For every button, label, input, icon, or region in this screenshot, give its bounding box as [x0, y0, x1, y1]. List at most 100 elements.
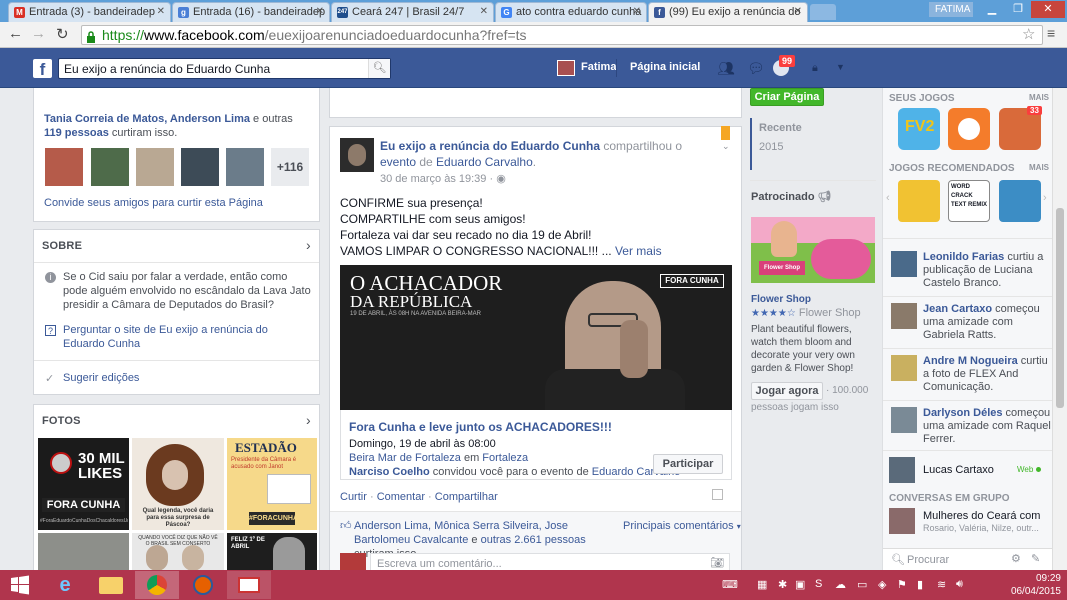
join-event-button[interactable]: Participar [653, 454, 723, 474]
photo-thumbnail[interactable]: 30 MIL LIKES FORA CUNHA #ForaEduardoCunh… [38, 438, 129, 530]
search-icon[interactable]: 🔍︎ [368, 59, 390, 78]
close-tab-icon[interactable]: ✕ [480, 6, 488, 17]
ticker-item[interactable]: Jean Cartaxo começou uma amizade com Gab… [891, 303, 1049, 343]
tab-google-apps[interactable]: g Entrada (16) - bandeiradep ✕ [172, 2, 330, 22]
bookmark-star-icon[interactable]: ☆ [1022, 25, 1035, 43]
chrome-icon[interactable] [135, 571, 179, 599]
likers-count[interactable]: 119 pessoas [44, 127, 109, 139]
bookmark-ribbon-icon[interactable] [721, 126, 730, 140]
event-place-link[interactable]: Beira Mar de Fortaleza [349, 452, 461, 464]
ad-image[interactable]: Flower Shop [751, 217, 875, 283]
comment-link[interactable]: Comentar [377, 491, 425, 503]
share-link[interactable]: Compartilhar [435, 491, 498, 503]
bluetooth-icon[interactable]: ✱ [778, 578, 787, 591]
liker-avatar[interactable] [226, 148, 264, 186]
keyboard-icon[interactable]: ⌨ [722, 578, 738, 591]
invite-friends-link[interactable]: Convide seus amigos para curtir esta Pág… [44, 197, 263, 209]
wifi-icon[interactable]: ≋ [937, 578, 946, 591]
more-games-link[interactable]: MAIS [1029, 93, 1049, 102]
chevron-right-icon[interactable]: › [1043, 192, 1047, 204]
windows-start-icon[interactable] [0, 571, 40, 599]
network-icon[interactable]: ▦ [757, 578, 767, 591]
cloud-icon[interactable]: ☁ [835, 578, 846, 591]
security-icon[interactable]: ◈ [878, 578, 886, 591]
clock[interactable]: 09:29 06/04/2015 [995, 572, 1061, 598]
tab-ceara247[interactable]: 247 Ceará 247 | Brasil 24/7 ✕ [331, 2, 494, 22]
create-page-button[interactable]: Criar Página [750, 88, 824, 106]
game-tile[interactable]: FV2 [898, 108, 940, 150]
liker-avatar[interactable] [136, 148, 174, 186]
minimize-icon[interactable]: ▁ [979, 1, 1005, 18]
chevron-left-icon[interactable]: ‹ [886, 192, 890, 204]
scrollbar[interactable] [1052, 88, 1067, 570]
game-tile[interactable] [948, 108, 990, 150]
close-window-icon[interactable]: ✕ [1031, 1, 1065, 18]
close-tab-icon[interactable]: ✕ [316, 6, 324, 17]
forward-arrow-icon[interactable]: → [31, 25, 46, 42]
event-title-link[interactable]: Fora Cunha e leve junto os ACHACADORES!!… [349, 420, 612, 434]
game-tile[interactable] [898, 180, 940, 222]
photo-thumbnail[interactable]: Qual legenda, você daria para essa surpr… [132, 438, 224, 530]
timeline-year[interactable]: 2015 [759, 141, 876, 153]
chevron-right-icon[interactable]: › [306, 412, 311, 428]
back-arrow-icon[interactable]: ← [8, 25, 23, 42]
monitor-icon[interactable]: ▭ [857, 578, 867, 591]
liker-avatar[interactable] [181, 148, 219, 186]
play-now-button[interactable]: Jogar agora [751, 382, 823, 400]
event-city-link[interactable]: Fortaleza [482, 452, 528, 464]
url-field[interactable]: https://www.facebook.com/euexijoarenunci… [81, 25, 1043, 45]
file-explorer-icon[interactable] [89, 571, 133, 599]
tab-gmail[interactable]: M Entrada (3) - bandeiradep ✕ [8, 2, 171, 22]
tab-google-search[interactable]: G ato contra eduardo cunha ✕ [495, 2, 647, 22]
messages-icon[interactable]: 💬︎ [747, 60, 765, 77]
event-cover-image[interactable]: O ACHACADOR DA REPÚBLICA 19 DE ABRIL, ÀS… [340, 265, 732, 410]
ticker-item[interactable]: Darlyson Déles começou uma amizade com R… [891, 407, 1051, 447]
chevron-right-icon[interactable]: › [306, 237, 311, 253]
reload-icon[interactable]: ↻ [56, 25, 69, 43]
author-link[interactable]: Eduardo Carvalho [436, 155, 533, 169]
see-more-link[interactable]: Ver mais [615, 244, 662, 258]
volume-icon[interactable]: 🔊︎ [956, 578, 963, 591]
ticker-item[interactable]: Leonildo Farias curtiu a publicação de L… [891, 251, 1049, 291]
chevron-down-icon[interactable]: ▼ [836, 62, 845, 72]
news-app-icon[interactable] [227, 571, 271, 599]
liker-avatar[interactable] [91, 148, 129, 186]
close-tab-icon[interactable]: ✕ [157, 6, 165, 17]
flag-icon[interactable]: ⚑ [897, 578, 907, 591]
photo-thumbnail[interactable]: ESTADÃO Presidente da Câmara é acusado c… [227, 438, 317, 530]
avatar[interactable] [557, 60, 575, 76]
ticker-item[interactable]: Andre M Nogueira curtiu a foto de FLEX A… [891, 355, 1049, 395]
photo-thumbnail[interactable]: QUANDO VOCÊ DIZ QUE NÃO VÊ O BRASIL SEM … [132, 533, 224, 571]
group-chat[interactable]: Mulheres do Ceará com Rosario, Valéria, … [889, 508, 1049, 536]
photo-thumbnail[interactable] [38, 533, 129, 571]
firefox-icon[interactable] [181, 571, 225, 599]
internet-explorer-icon[interactable]: e [43, 571, 87, 599]
event-link[interactable]: evento [380, 155, 416, 169]
browser-user-badge[interactable]: FATIMA [929, 2, 973, 17]
others-link[interactable]: outras 2.661 pessoas [481, 534, 586, 546]
menu-icon[interactable]: ≡ [1047, 25, 1055, 41]
facebook-logo-icon[interactable]: f [33, 59, 52, 79]
top-comments-dropdown[interactable]: Principais comentários ▾ [623, 520, 741, 532]
post-date[interactable]: 30 de março às 19:39 · ◉ [380, 172, 506, 185]
skype-icon[interactable]: S [815, 578, 822, 590]
chat-contact[interactable]: Lucas Cartaxo Web [889, 457, 1049, 485]
timeline-recent[interactable]: Recente [759, 122, 876, 134]
liker-avatar[interactable] [45, 148, 83, 186]
gear-icon[interactable]: ⚙ [1011, 552, 1021, 565]
search-input[interactable]: Eu exijo a renúncia do Eduardo Cunha 🔍︎ [58, 58, 391, 79]
like-link[interactable]: Curtir [340, 491, 367, 503]
page-avatar[interactable] [340, 138, 374, 172]
suggest-edits-link[interactable]: Sugerir edições [63, 372, 139, 384]
more-likers-button[interactable]: +116 [271, 148, 309, 186]
ad-title-link[interactable]: Flower Shop [751, 294, 811, 305]
profile-link[interactable]: Fatima [581, 61, 616, 73]
camera-icon[interactable]: 📷︎ [710, 556, 724, 569]
compose-icon[interactable]: ✎ [1031, 552, 1040, 565]
chat-bubble-icon[interactable] [712, 489, 723, 500]
close-tab-icon[interactable]: ✕ [794, 6, 802, 17]
page-name-link[interactable]: Eu exijo a renúncia do Eduardo Cunha [380, 139, 600, 153]
close-tab-icon[interactable]: ✕ [633, 6, 641, 17]
friend-requests-icon[interactable]: 👥︎ [717, 60, 735, 77]
inviter-link[interactable]: Narciso Coelho [349, 466, 430, 478]
